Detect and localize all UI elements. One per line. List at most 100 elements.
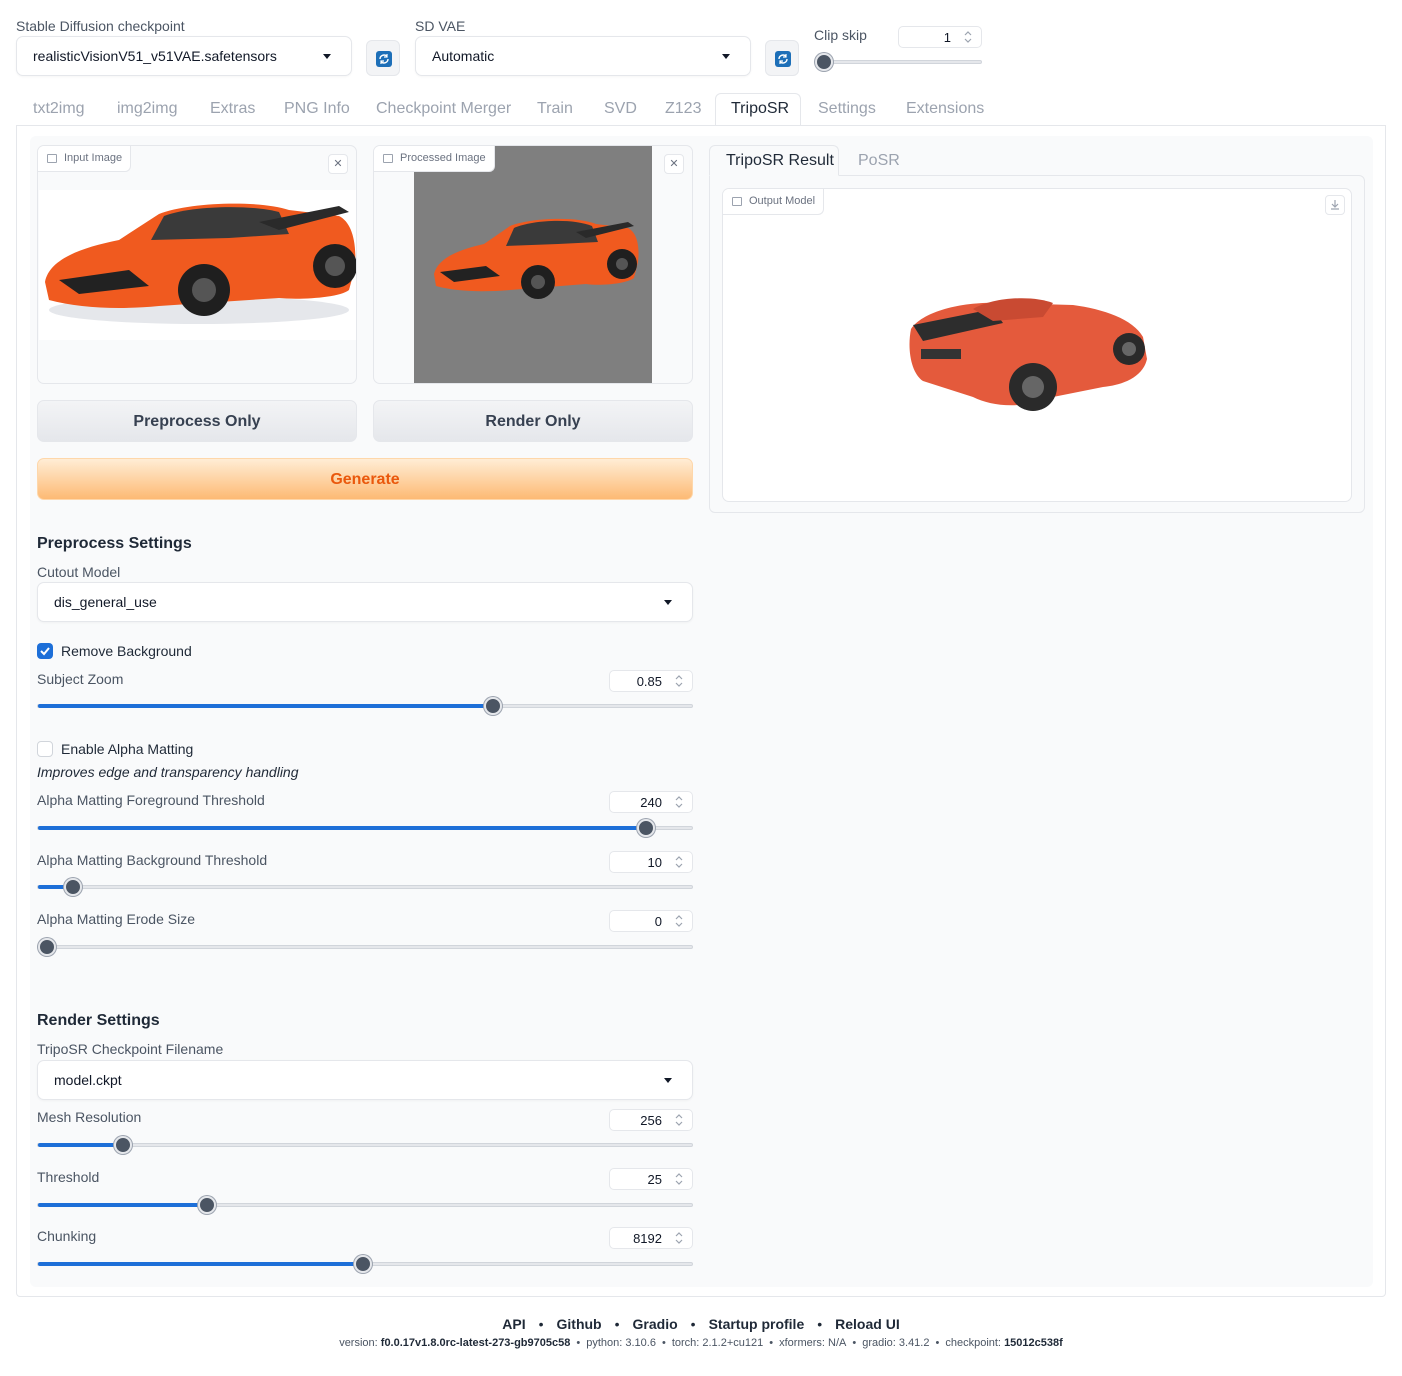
input-car-image: [39, 190, 356, 340]
checkpoint-hash: 15012c538f: [1004, 1337, 1063, 1349]
footer-separator: •: [690, 1316, 696, 1332]
processed-image-bg: [414, 146, 652, 383]
stepper-icon[interactable]: [674, 855, 684, 869]
erode-size-slider[interactable]: [37, 938, 693, 956]
slider-thumb[interactable]: [64, 878, 82, 896]
tab-checkpoint-merger[interactable]: Checkpoint Merger: [376, 100, 511, 118]
processed-image-tag: Processed Image: [374, 146, 495, 172]
mesh-resolution-slider[interactable]: [37, 1136, 693, 1154]
stepper-icon[interactable]: [674, 1231, 684, 1245]
generate-button[interactable]: Generate: [37, 458, 693, 500]
render-only-button[interactable]: Render Only: [373, 400, 693, 442]
version-value: f0.0.17v1.8.0rc-latest-273-gb9705c58: [380, 1337, 571, 1349]
checkpoint-value: realisticVisionV51_v51VAE.safetensors: [33, 48, 277, 64]
bg-threshold-value: 10: [647, 855, 662, 870]
bg-threshold-label: Alpha Matting Background Threshold: [37, 852, 268, 868]
vae-label: SD VAE: [415, 18, 466, 34]
mesh-resolution-input[interactable]: 256: [609, 1109, 693, 1131]
subject-zoom-slider[interactable]: [37, 697, 693, 715]
clip-skip-value: 1: [943, 30, 951, 45]
slider-thumb[interactable]: [815, 53, 833, 71]
stepper-icon[interactable]: [674, 674, 684, 688]
tab-z123[interactable]: Z123: [665, 100, 701, 118]
tab-triposr[interactable]: TripoSR: [731, 100, 789, 118]
threshold-input[interactable]: 25: [609, 1168, 693, 1190]
mesh-resolution-value: 256: [640, 1113, 662, 1128]
footer-separator: •: [817, 1316, 823, 1332]
bg-threshold-input[interactable]: 10: [609, 851, 693, 873]
clip-skip-input[interactable]: 1: [898, 26, 982, 48]
cutout-model-dropdown[interactable]: dis_general_use: [37, 582, 693, 622]
stepper-icon[interactable]: [674, 1172, 684, 1186]
download-icon[interactable]: [1325, 195, 1345, 215]
threshold-slider[interactable]: [37, 1196, 693, 1214]
slider-thumb[interactable]: [354, 1255, 372, 1273]
chunking-slider[interactable]: [37, 1255, 693, 1273]
footer-link-api[interactable]: API: [502, 1316, 525, 1332]
tab-extras[interactable]: Extras: [210, 100, 255, 118]
refresh-vae-button[interactable]: [765, 40, 799, 76]
clip-skip-slider[interactable]: [814, 53, 982, 71]
enable-alpha-matting-label: Enable Alpha Matting: [61, 741, 194, 757]
slider-thumb[interactable]: [38, 938, 56, 956]
output-model-box[interactable]: Output Model: [722, 188, 1352, 502]
fg-threshold-slider[interactable]: [37, 819, 693, 837]
slider-fill: [38, 1262, 363, 1266]
input-image-label: Input Image: [64, 152, 123, 164]
close-icon[interactable]: ✕: [328, 154, 348, 174]
chunking-value: 8192: [633, 1231, 662, 1246]
tab-triposr-result[interactable]: TripoSR Result: [726, 152, 834, 170]
tab-png-info[interactable]: PNG Info: [284, 100, 350, 118]
stepper-icon[interactable]: [674, 914, 684, 928]
bg-threshold-slider[interactable]: [37, 878, 693, 896]
processed-image-box[interactable]: Processed Image ✕: [373, 145, 693, 384]
footer-link-gradio[interactable]: Gradio: [633, 1316, 678, 1332]
slider-thumb[interactable]: [484, 697, 502, 715]
subject-zoom-input[interactable]: 0.85: [609, 670, 693, 692]
chevron-down-icon: [323, 54, 331, 59]
input-image-tag: Input Image: [38, 146, 132, 172]
tab-train[interactable]: Train: [537, 100, 573, 118]
refresh-checkpoint-button[interactable]: [366, 40, 400, 76]
render-settings-title: Render Settings: [37, 1012, 160, 1029]
stepper-icon[interactable]: [674, 1113, 684, 1127]
stepper-icon[interactable]: [674, 795, 684, 809]
preprocess-only-button[interactable]: Preprocess Only: [37, 400, 357, 442]
chunking-input[interactable]: 8192: [609, 1227, 693, 1249]
enable-alpha-matting-checkbox[interactable]: [37, 741, 53, 757]
stepper-icon[interactable]: [963, 30, 973, 44]
slider-fill: [38, 826, 646, 830]
footer-links: API • Github • Gradio • Startup profile • Reload…: [0, 1316, 1402, 1332]
tab-txt2img[interactable]: txt2img: [33, 100, 85, 118]
tab-svd[interactable]: SVD: [604, 100, 637, 118]
tab-extensions[interactable]: Extensions: [906, 100, 984, 118]
slider-thumb[interactable]: [637, 819, 655, 837]
vae-dropdown[interactable]: Automatic: [415, 36, 751, 76]
erode-size-value: 0: [654, 914, 662, 929]
fg-threshold-input[interactable]: 240: [609, 791, 693, 813]
footer-link-startup-profile[interactable]: Startup profile: [709, 1316, 805, 1332]
remove-background-checkbox[interactable]: [37, 643, 53, 659]
triposr-ckpt-dropdown[interactable]: model.ckpt: [37, 1060, 693, 1100]
slider-thumb[interactable]: [198, 1196, 216, 1214]
footer-link-github[interactable]: Github: [557, 1316, 602, 1332]
tab-settings[interactable]: Settings: [818, 100, 876, 118]
image-icon: [383, 154, 393, 163]
footer-separator: •: [614, 1316, 620, 1332]
footer-link-reload-ui[interactable]: Reload UI: [835, 1316, 900, 1332]
tab-img2img[interactable]: img2img: [117, 100, 177, 118]
erode-size-input[interactable]: 0: [609, 910, 693, 932]
slider-thumb[interactable]: [114, 1136, 132, 1154]
footer-version-info: version: f0.0.17v1.8.0rc-latest-273-gb97…: [339, 1337, 1063, 1349]
tab-posr[interactable]: PoSR: [858, 152, 900, 170]
processed-image-label: Processed Image: [400, 152, 486, 164]
version-label: version:: [339, 1337, 378, 1349]
output-model-label: Output Model: [749, 195, 816, 207]
input-image-box[interactable]: Input Image ✕: [37, 145, 357, 384]
close-icon[interactable]: ✕: [664, 154, 684, 174]
checkpoint-dropdown[interactable]: realisticVisionV51_v51VAE.safetensors: [16, 36, 352, 76]
image-icon: [47, 154, 57, 163]
triposr-ckpt-label: TripoSR Checkpoint Filename: [37, 1041, 224, 1057]
output-3d-model: [909, 298, 1147, 411]
clip-skip-label: Clip skip: [814, 27, 867, 43]
